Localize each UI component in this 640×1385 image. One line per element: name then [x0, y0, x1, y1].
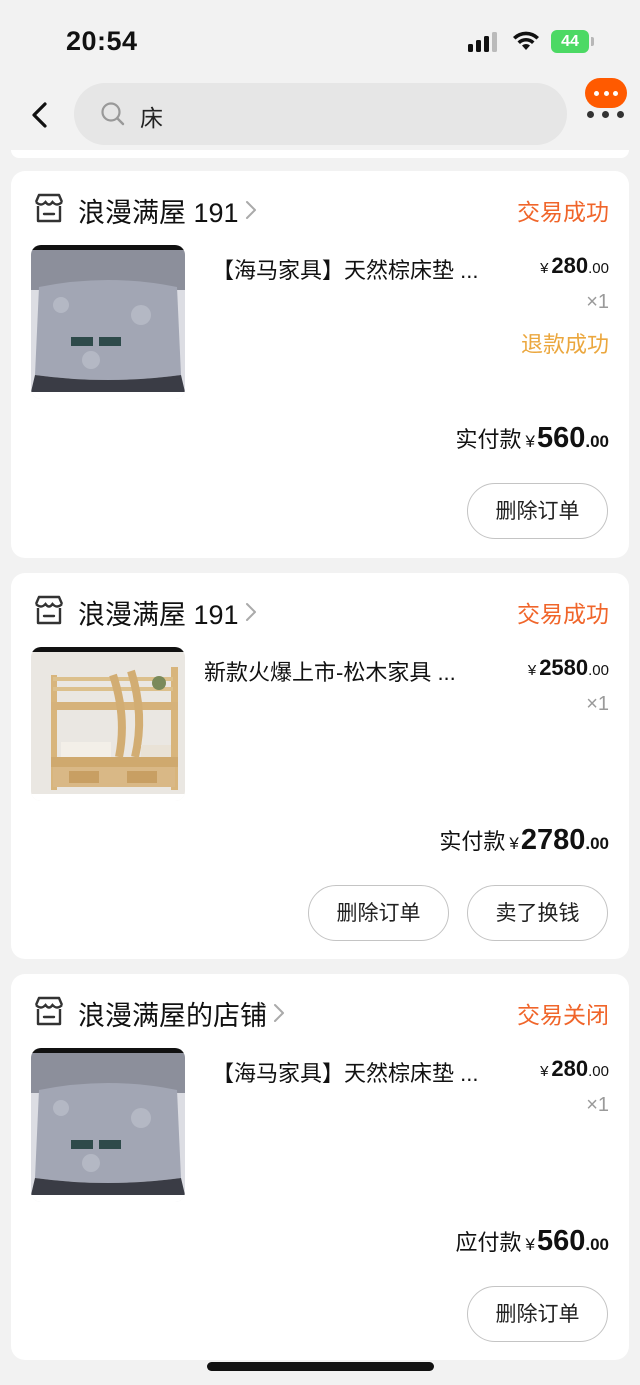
shop-icon: [34, 595, 64, 625]
wifi-icon: [513, 31, 539, 50]
cellular-signal-icon: [468, 32, 497, 52]
search-input[interactable]: 床: [74, 83, 567, 145]
battery-level: 44: [561, 33, 579, 50]
shop-icon: [34, 996, 64, 1026]
status-time: 20:54: [66, 26, 138, 56]
more-icon: [585, 78, 627, 108]
product-title[interactable]: 【海马家具】天然棕床垫 ...: [212, 1056, 478, 1088]
product-image-bunk-bed[interactable]: [31, 647, 185, 801]
order-status: 交易关闭: [517, 1002, 609, 1028]
status-bar: 20:54 44: [0, 0, 640, 84]
product-price: ¥2580.00: [527, 655, 609, 680]
product-quantity: ×1: [586, 1094, 609, 1116]
product-title[interactable]: 【海马家具】天然棕床垫 ...: [212, 253, 478, 285]
paid-amount: 实付款 ¥2780.00: [439, 824, 609, 856]
shop-name: 浪漫满屋 191: [78, 198, 239, 228]
product-image-mattress[interactable]: [31, 1048, 185, 1202]
order-status: 交易成功: [517, 601, 609, 627]
back-chevron-icon[interactable]: [26, 98, 56, 132]
paid-amount: 实付款 ¥560.00: [455, 422, 609, 454]
product-price: ¥280.00: [540, 253, 609, 278]
search-query: 床: [140, 105, 163, 131]
product-quantity: ×1: [586, 291, 609, 313]
shop-icon: [34, 193, 64, 223]
delete-order-button[interactable]: 删除订单: [467, 1286, 608, 1342]
home-indicator: [207, 1362, 434, 1371]
product-image-mattress[interactable]: [31, 245, 185, 399]
resell-button[interactable]: 卖了换钱: [467, 885, 608, 941]
shop-name: 浪漫满屋 191: [78, 600, 239, 630]
payable-amount: 应付款 ¥560.00: [455, 1225, 609, 1257]
order-status: 交易成功: [517, 199, 609, 225]
chevron-right-icon: [245, 201, 256, 219]
product-price: ¥280.00: [540, 1056, 609, 1081]
delete-order-button[interactable]: 删除订单: [308, 885, 449, 941]
shop-name-link[interactable]: 浪漫满屋 191: [78, 593, 257, 632]
more-menu-button[interactable]: [585, 78, 627, 120]
order-card[interactable]: 浪漫满屋 191 交易成功 新款火爆上市-松木家具 ... ¥2580.00 ×…: [11, 573, 629, 959]
shop-name-link[interactable]: 浪漫满屋的店铺: [78, 994, 285, 1033]
refund-status: 退款成功: [520, 332, 609, 357]
chevron-right-icon: [245, 603, 256, 621]
previous-card-edge: [11, 150, 629, 158]
product-quantity: ×1: [586, 693, 609, 715]
order-card[interactable]: 浪漫满屋 191 交易成功 【海马家具】天然棕床垫 ... ¥280.00 ×1…: [11, 171, 629, 558]
shop-name-link[interactable]: 浪漫满屋 191: [78, 191, 257, 230]
product-title[interactable]: 新款火爆上市-松木家具 ...: [204, 655, 456, 687]
battery-icon: 44: [551, 30, 594, 53]
chevron-right-icon: [274, 1004, 284, 1022]
delete-order-button[interactable]: 删除订单: [467, 483, 608, 539]
order-card[interactable]: 浪漫满屋的店铺 交易关闭 【海马家具】天然棕床垫 ... ¥280.00 ×1 …: [11, 974, 629, 1360]
search-icon: [101, 102, 125, 126]
shop-name: 浪漫满屋的店铺: [78, 1001, 267, 1031]
